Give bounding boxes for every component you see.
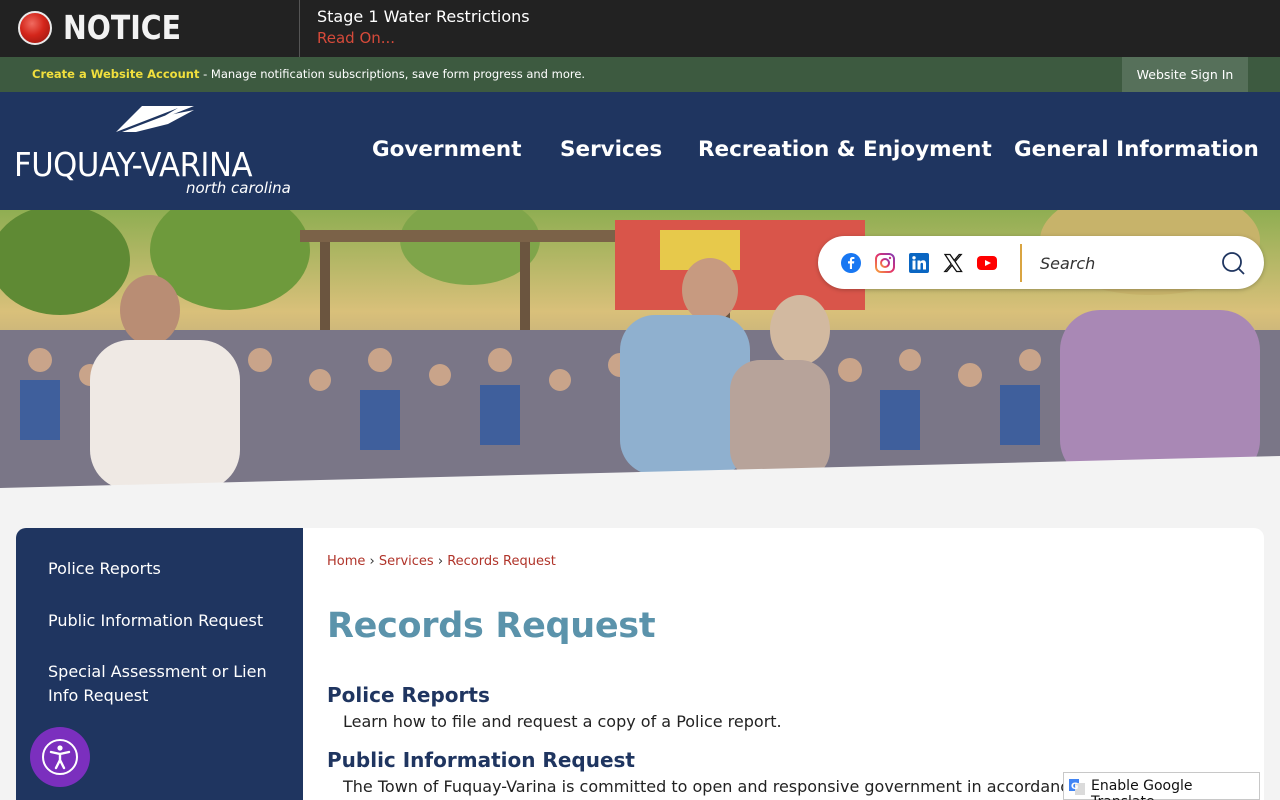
notice-title: NOTICE [63, 8, 182, 47]
breadcrumb-services[interactable]: Services [379, 554, 434, 569]
breadcrumb-separator: › [437, 554, 444, 569]
section-title-police-reports[interactable]: Police Reports [327, 683, 490, 707]
section-description-public-information-request: The Town of Fuquay-Varina is committed t… [343, 777, 1108, 796]
breadcrumb-records-request[interactable]: Records Request [447, 554, 556, 569]
logo-subtitle: north carolina [186, 179, 291, 197]
linkedin-icon[interactable] [909, 253, 929, 273]
nav-recreation-enjoyment[interactable]: Recreation & Enjoyment [698, 137, 992, 162]
search-input[interactable] [1040, 250, 1210, 276]
accessibility-icon [42, 739, 78, 775]
sidebar-item-public-information-request[interactable]: Public Information Request [48, 609, 263, 633]
search-icon[interactable] [1220, 250, 1246, 276]
youtube-icon[interactable] [977, 253, 997, 273]
notice-read-on-link[interactable]: Read On... [317, 29, 395, 47]
nav-government[interactable]: Government [372, 137, 522, 162]
logo-mark-icon[interactable] [116, 104, 196, 134]
instagram-icon[interactable] [875, 253, 895, 273]
create-account-link[interactable]: Create a Website Account [32, 67, 199, 81]
nav-services[interactable]: Services [560, 137, 662, 162]
notice-bar: NOTICE Stage 1 Water Restrictions Read O… [0, 0, 1280, 57]
x-icon[interactable] [943, 253, 963, 273]
notice-message: Stage 1 Water Restrictions [317, 7, 530, 26]
google-translate-button[interactable]: G Enable Google Translate [1063, 772, 1260, 800]
breadcrumb-home[interactable]: Home [327, 554, 365, 569]
main-content: Home › Services › Records Request Record… [303, 528, 1264, 800]
account-bar-description: - Manage notification subscriptions, sav… [199, 67, 586, 81]
page-title: Records Request [327, 606, 656, 646]
google-translate-label: Enable Google Translate [1091, 778, 1193, 800]
section-description-police-reports: Learn how to file and request a copy of … [343, 712, 782, 731]
accessibility-button[interactable] [30, 727, 90, 787]
section-title-public-information-request[interactable]: Public Information Request [327, 748, 635, 772]
website-sign-in-button[interactable]: Website Sign In [1122, 57, 1248, 92]
svg-text:G: G [1071, 782, 1078, 792]
sidebar-item-special-assessment-lien[interactable]: Special Assessment or Lien Info Request [48, 660, 278, 708]
notice-header: NOTICE [0, 0, 300, 57]
breadcrumb-separator: › [369, 554, 375, 569]
facebook-icon[interactable] [841, 253, 861, 273]
nav-general-information[interactable]: General Information [1014, 137, 1259, 162]
account-bar-text: Create a Website Account - Manage notifi… [32, 67, 585, 81]
social-search-bar [818, 236, 1264, 289]
site-header: FUQUAY-VARINA north carolina Government … [0, 92, 1280, 210]
google-translate-icon: G [1069, 779, 1085, 795]
social-search-divider [1020, 244, 1022, 282]
breadcrumb: Home › Services › Records Request [327, 554, 556, 569]
account-bar: Create a Website Account - Manage notifi… [0, 57, 1280, 92]
alert-icon [18, 11, 52, 45]
sidebar-item-police-reports[interactable]: Police Reports [48, 557, 161, 581]
